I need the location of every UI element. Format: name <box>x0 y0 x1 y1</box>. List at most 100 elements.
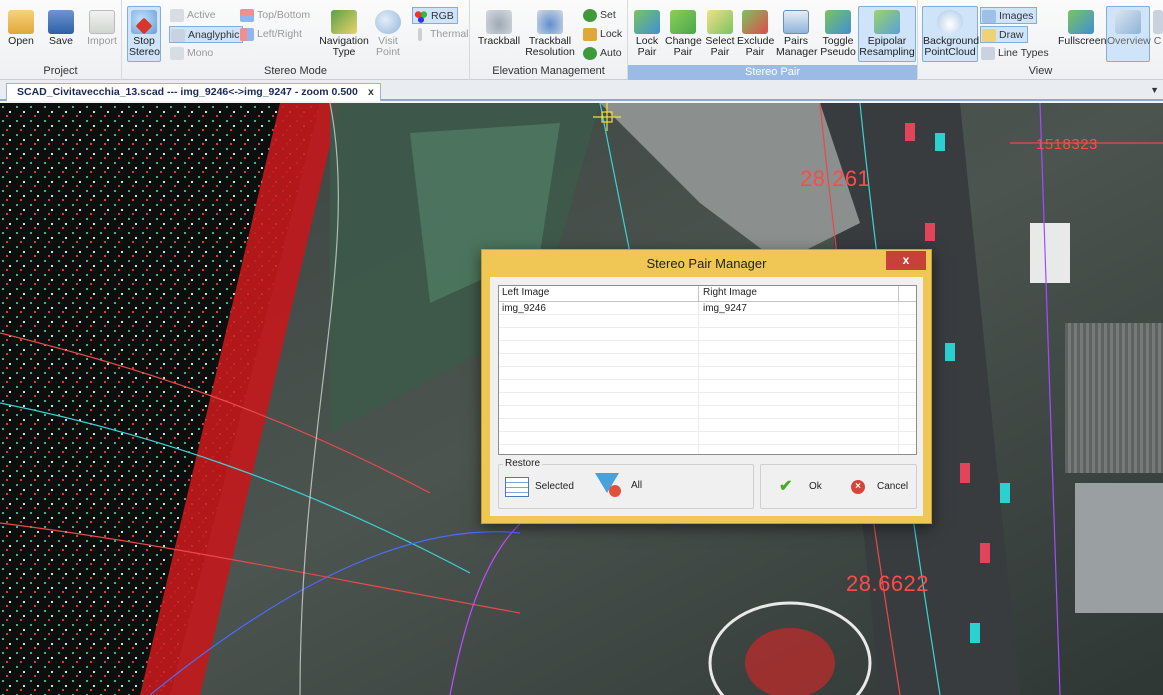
document-tab-title: SCAD_Civitavecchia_13.scad --- img_9246<… <box>17 86 358 98</box>
pairs-manager-icon <box>783 10 809 34</box>
grid-line <box>898 302 899 454</box>
rgb-button[interactable]: RGB <box>412 7 458 24</box>
stop-stereo-icon <box>131 10 157 35</box>
save-button[interactable]: Save <box>46 10 76 47</box>
empty-table-row <box>499 329 916 341</box>
ribbon-toolbar: Open Save Import Project Stop Stereo Act… <box>0 0 1163 80</box>
background-pointcloud-label: Background PointCloud <box>923 35 980 58</box>
elevation-lock-button[interactable]: Lock <box>582 26 622 43</box>
top-bottom-icon <box>240 9 254 22</box>
save-label: Save <box>49 35 73 47</box>
restore-all-button[interactable]: All <box>595 473 642 499</box>
fullscreen-button[interactable]: Fullscreen <box>1058 10 1106 47</box>
elevation-auto-button[interactable]: Auto <box>582 45 622 62</box>
cloud-icon <box>937 10 963 34</box>
column-header-left-image[interactable]: Left Image <box>502 287 549 298</box>
partial-view-label: C <box>1153 35 1162 47</box>
select-pair-label: Select Pair <box>705 35 735 58</box>
dialog-close-button[interactable]: x <box>886 251 926 270</box>
import-button[interactable]: Import <box>85 10 119 47</box>
empty-table-row <box>499 342 916 354</box>
open-button[interactable]: Open <box>6 10 36 47</box>
select-pair-button[interactable]: Select Pair <box>704 10 736 58</box>
column-header-right-image[interactable]: Right Image <box>703 287 757 298</box>
active-mode-icon <box>170 9 184 22</box>
visit-point-button[interactable]: Visit Point <box>371 10 405 58</box>
top-bottom-button[interactable]: Top/Bottom <box>239 7 310 24</box>
draw-icon <box>982 29 996 42</box>
anaglyphic-mode-button[interactable]: Anaglyphic <box>169 26 244 43</box>
document-tab[interactable]: SCAD_Civitavecchia_13.scad --- img_9246<… <box>6 83 381 101</box>
epipolar-resampling-button[interactable]: Epipolar Resampling <box>858 6 916 62</box>
restore-group: Restore Selected All <box>498 458 754 509</box>
document-tab-strip: SCAD_Civitavecchia_13.scad --- img_9246<… <box>0 80 1163 101</box>
toggle-pseudo-button[interactable]: Toggle Pseudo <box>819 10 857 58</box>
stop-stereo-button[interactable]: Stop Stereo <box>127 6 161 62</box>
floppy-disk-icon <box>48 10 74 34</box>
ok-button[interactable]: ✔ Ok <box>775 479 822 495</box>
trackball-icon <box>486 10 512 34</box>
cancel-button[interactable]: × Cancel <box>849 479 908 495</box>
overview-label: Overview <box>1107 35 1151 47</box>
empty-table-row <box>499 394 916 406</box>
active-mode-button[interactable]: Active <box>169 7 216 24</box>
line-types-label: Line Types <box>998 47 1049 59</box>
overview-button[interactable]: Overview <box>1106 6 1151 62</box>
left-right-button[interactable]: Left/Right <box>239 26 302 43</box>
overview-icon <box>1115 10 1141 34</box>
cancel-label: Cancel <box>877 481 909 492</box>
trackball-resolution-icon <box>537 10 563 34</box>
ok-label: Ok <box>809 481 822 492</box>
stereo-pair-manager-dialog: Stereo Pair Manager x Left Image Right I… <box>481 249 932 524</box>
document-tab-close-button[interactable]: x <box>368 84 374 101</box>
left-right-icon <box>240 28 254 41</box>
dialog-title: Stereo Pair Manager <box>646 256 767 271</box>
background-pointcloud-button[interactable]: Background PointCloud <box>922 6 980 62</box>
import-document-icon <box>89 10 115 34</box>
top-bottom-label: Top/Bottom <box>257 9 311 21</box>
column-separator[interactable] <box>898 286 899 302</box>
thermal-button[interactable]: Thermal <box>412 26 469 43</box>
right-image-cell: img_9247 <box>703 303 747 314</box>
navigation-type-button[interactable]: Navigation Type <box>318 10 370 58</box>
trackball-resolution-button[interactable]: Trackball Resolution <box>522 10 578 58</box>
auto-elevation-icon <box>583 47 597 60</box>
select-pair-icon <box>707 10 733 34</box>
tab-list-dropdown-icon[interactable]: ▼ <box>1150 85 1159 95</box>
pairs-table[interactable]: Left Image Right Image img_9246 img_9247 <box>498 285 917 455</box>
elevation-set-button[interactable]: Set <box>582 7 616 24</box>
images-toggle-button[interactable]: Images <box>980 7 1038 24</box>
empty-table-row <box>499 355 916 367</box>
line-types-button[interactable]: Line Types <box>980 45 1049 62</box>
partial-view-button[interactable]: C <box>1152 10 1163 47</box>
trackball-resolution-label: Trackball Resolution <box>525 35 575 58</box>
left-image-cell: img_9246 <box>502 303 546 314</box>
change-pair-button[interactable]: Change Pair <box>664 10 702 58</box>
visit-point-label: Visit Point <box>376 35 400 58</box>
table-row[interactable]: img_9246 img_9247 <box>499 303 916 315</box>
change-pair-label: Change Pair <box>665 35 702 58</box>
line-types-icon <box>981 47 995 60</box>
column-separator[interactable] <box>698 286 699 302</box>
lock-pair-button[interactable]: Lock Pair <box>632 10 662 58</box>
trackball-button[interactable]: Trackball <box>476 10 522 47</box>
draw-toggle-button[interactable]: Draw <box>980 26 1028 43</box>
pairs-manager-button[interactable]: Pairs Manager <box>775 10 817 58</box>
partial-view-icon <box>1152 10 1163 34</box>
anaglyphic-icon <box>171 29 185 42</box>
group-label-stereo-pair: Stereo Pair <box>628 65 917 80</box>
anaglyphic-label: Anaglyphic <box>188 29 240 41</box>
empty-table-row <box>499 407 916 419</box>
fullscreen-icon <box>1068 10 1094 34</box>
dialog-body: Left Image Right Image img_9246 img_9247 <box>490 277 923 516</box>
draw-label: Draw <box>999 29 1024 41</box>
checkmark-icon: ✔ <box>779 478 793 495</box>
selected-label: Selected <box>535 481 574 492</box>
left-right-label: Left/Right <box>257 28 302 40</box>
thermal-icon <box>418 28 422 41</box>
mono-mode-button[interactable]: Mono <box>169 45 213 62</box>
open-label: Open <box>8 35 34 47</box>
elevation-label-2: 28.6622 <box>846 571 930 596</box>
restore-selected-button[interactable]: Selected <box>505 477 574 497</box>
exclude-pair-button[interactable]: Exclude Pair <box>737 10 774 58</box>
